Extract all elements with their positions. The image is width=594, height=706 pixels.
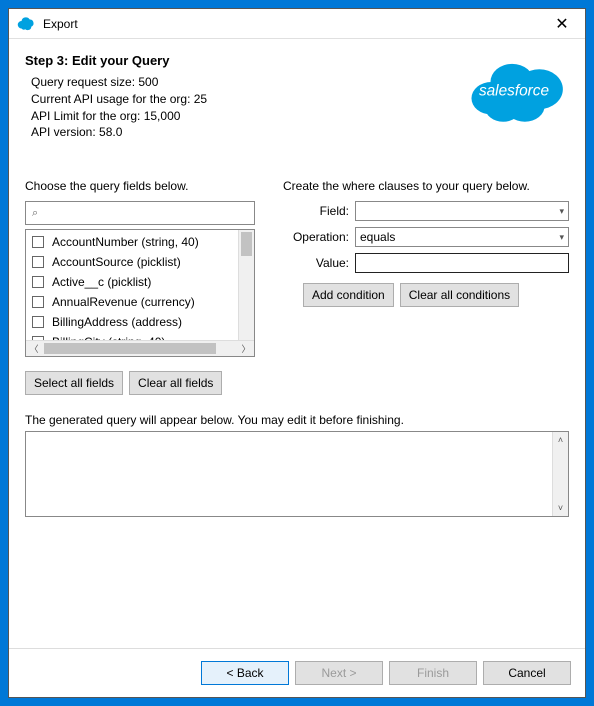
salesforce-logo: salesforce	[459, 53, 569, 129]
field-search-input[interactable]: ⌕	[25, 201, 255, 225]
field-list: AccountNumber (string, 40) AccountSource…	[25, 229, 255, 357]
select-all-fields-button[interactable]: Select all fields	[25, 371, 123, 395]
window-title: Export	[43, 17, 547, 31]
scrollbar-thumb[interactable]	[241, 232, 252, 256]
scrollbar-thumb[interactable]	[44, 343, 216, 354]
export-dialog: Export ✕ Step 3: Edit your Query Query r…	[8, 8, 586, 698]
back-button[interactable]: < Back	[201, 661, 289, 685]
field-label: AccountNumber (string, 40)	[52, 235, 199, 249]
chevron-down-icon: ▾	[559, 206, 564, 217]
list-item[interactable]: AnnualRevenue (currency)	[26, 292, 254, 312]
checkbox-icon[interactable]	[32, 296, 44, 308]
list-item[interactable]: Active__c (picklist)	[26, 272, 254, 292]
where-operation-select[interactable]: equals ▾	[355, 227, 569, 247]
checkbox-icon[interactable]	[32, 236, 44, 248]
scroll-left-icon[interactable]: 〈	[26, 341, 42, 356]
clear-conditions-button[interactable]: Clear all conditions	[400, 283, 519, 307]
field-label: AccountSource (picklist)	[52, 255, 181, 269]
list-item[interactable]: AccountNumber (string, 40)	[26, 232, 254, 252]
fields-panel-label: Choose the query fields below.	[25, 179, 255, 193]
meta-request-size: Query request size: 500	[31, 74, 459, 91]
list-item[interactable]: AccountSource (picklist)	[26, 252, 254, 272]
next-button[interactable]: Next >	[295, 661, 383, 685]
vertical-scrollbar[interactable]: ˄ ˅	[552, 432, 568, 516]
horizontal-scrollbar[interactable]: 〈 〉	[26, 340, 254, 356]
where-panel: Create the where clauses to your query b…	[283, 179, 569, 395]
step-title: Step 3: Edit your Query	[25, 53, 459, 68]
generated-query-label: The generated query will appear below. Y…	[25, 413, 569, 427]
titlebar: Export ✕	[9, 9, 585, 39]
fields-panel: Choose the query fields below. ⌕ Account…	[25, 179, 255, 395]
value-label: Value:	[283, 256, 355, 270]
chevron-down-icon: ▾	[559, 232, 564, 243]
where-panel-label: Create the where clauses to your query b…	[283, 179, 569, 193]
svg-text:salesforce: salesforce	[479, 83, 549, 100]
wizard-footer: < Back Next > Finish Cancel	[9, 648, 585, 697]
meta-api-usage: Current API usage for the org: 25	[31, 91, 459, 108]
vertical-scrollbar[interactable]	[238, 230, 254, 340]
generated-query-section: The generated query will appear below. Y…	[25, 413, 569, 517]
field-label: Active__c (picklist)	[52, 275, 151, 289]
scroll-up-icon[interactable]: ˄	[553, 432, 568, 448]
checkbox-icon[interactable]	[32, 316, 44, 328]
checkbox-icon[interactable]	[32, 256, 44, 268]
meta-api-version: API version: 58.0	[31, 124, 459, 141]
search-icon: ⌕	[32, 207, 38, 220]
close-icon[interactable]: ✕	[547, 14, 577, 34]
clear-all-fields-button[interactable]: Clear all fields	[129, 371, 222, 395]
add-condition-button[interactable]: Add condition	[303, 283, 394, 307]
operation-label: Operation:	[283, 230, 355, 244]
field-label: Field:	[283, 204, 355, 218]
field-label: BillingAddress (address)	[52, 315, 182, 329]
field-label: AnnualRevenue (currency)	[52, 295, 195, 309]
meta-api-limit: API Limit for the org: 15,000	[31, 108, 459, 125]
dialog-content: Step 3: Edit your Query Query request si…	[9, 39, 585, 648]
where-field-select[interactable]: ▾	[355, 201, 569, 221]
scroll-down-icon[interactable]: ˅	[553, 500, 568, 516]
finish-button[interactable]: Finish	[389, 661, 477, 685]
where-operation-value: equals	[360, 230, 395, 244]
salesforce-cloud-icon	[17, 15, 35, 33]
where-value-input[interactable]	[355, 253, 569, 273]
checkbox-icon[interactable]	[32, 276, 44, 288]
list-item[interactable]: BillingCity (string, 40)	[26, 332, 254, 340]
list-item[interactable]: BillingAddress (address)	[26, 312, 254, 332]
generated-query-textarea[interactable]: ˄ ˅	[25, 431, 569, 517]
scroll-right-icon[interactable]: 〉	[238, 341, 254, 356]
field-search-text[interactable]	[40, 205, 250, 221]
cancel-button[interactable]: Cancel	[483, 661, 571, 685]
